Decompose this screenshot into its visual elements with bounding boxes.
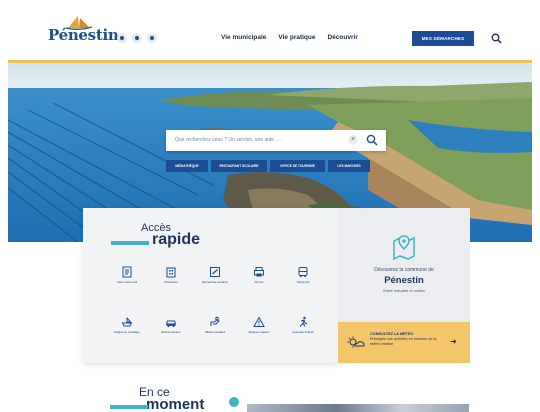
chip-office-tourisme[interactable]: OFFICE DE TOURISME bbox=[270, 160, 325, 172]
map-pin-icon bbox=[393, 235, 415, 260]
tile-label: Jeunesse & Sport bbox=[291, 330, 315, 334]
tile-label: Transports bbox=[296, 280, 310, 284]
printer-icon bbox=[254, 267, 264, 277]
bus-icon bbox=[298, 267, 308, 278]
nav-item-vie-pratique[interactable]: Vie pratique bbox=[278, 34, 315, 41]
tile-jeunesse-sport[interactable]: Jeunesse & Sport bbox=[281, 316, 325, 334]
tile-demarches-scolaires[interactable]: Démarches scolaires bbox=[193, 266, 237, 284]
search-icon[interactable] bbox=[491, 33, 502, 44]
meteo-text: Prévoyez vos activités en fonction de la… bbox=[370, 337, 437, 346]
clear-icon[interactable]: × bbox=[348, 135, 358, 145]
run-icon bbox=[299, 316, 308, 327]
quick-access-title-line2: rapide bbox=[152, 231, 201, 248]
document-icon bbox=[122, 266, 132, 278]
social-links bbox=[117, 33, 157, 43]
tile-etat-civil[interactable]: Actes d'état civil bbox=[105, 266, 149, 284]
tile-transports[interactable]: Transports bbox=[281, 266, 325, 284]
tile-label: Actes d'état civil bbox=[117, 280, 137, 284]
tile-mouillage[interactable]: Règles du mouillage bbox=[105, 316, 149, 334]
arrow-right-icon[interactable]: ➜ bbox=[450, 337, 457, 346]
tile-label: Permis bbox=[254, 280, 264, 284]
facebook-icon[interactable] bbox=[117, 33, 127, 43]
tile-label: Affaires sociales bbox=[204, 330, 226, 334]
mes-demarches-button[interactable]: MES DÉMARCHES bbox=[412, 31, 474, 46]
accent-dot bbox=[229, 397, 239, 407]
school-icon bbox=[210, 267, 220, 277]
tile-urbanisme[interactable]: Urbanisme bbox=[149, 266, 193, 284]
quick-access-card: Accès rapide Actes d'état civil Urbanism… bbox=[83, 208, 338, 363]
tile-label: Risques majeurs bbox=[248, 330, 270, 334]
nav-item-vie-municipale[interactable]: Vie municipale bbox=[221, 34, 266, 41]
chip-mediatheque[interactable]: MÉDIATHÈQUE bbox=[166, 160, 208, 172]
site-logo[interactable]: Pénestin bbox=[48, 14, 119, 48]
site-header: Pénestin Vie municipale Vie pratique Déc… bbox=[0, 0, 540, 60]
instagram-icon[interactable] bbox=[147, 33, 157, 43]
youtube-icon[interactable] bbox=[132, 33, 142, 43]
meteo-banner[interactable]: CONSULTEZ LA MÉTÉO Prévoyez vos activité… bbox=[338, 322, 470, 363]
building-icon bbox=[166, 267, 176, 278]
car-icon bbox=[165, 320, 177, 328]
main-nav: Vie municipale Vie pratique Découvrir bbox=[221, 34, 358, 41]
tile-label: Démarches scolaires bbox=[201, 280, 229, 284]
accent-bar bbox=[110, 405, 148, 409]
discover-intro: Découvrez la commune de bbox=[374, 267, 434, 273]
chip-marches[interactable]: LES MARCHÉS bbox=[328, 160, 370, 172]
hero-search-input[interactable]: Que recherchez-vous ? Un service, une ai… bbox=[175, 137, 281, 143]
boat-icon bbox=[121, 317, 133, 327]
hand-icon bbox=[210, 316, 220, 326]
tile-affaires-sociales[interactable]: Affaires sociales bbox=[193, 316, 237, 334]
discover-town-name: Pénestin bbox=[384, 275, 424, 286]
news-image[interactable] bbox=[247, 404, 469, 412]
warning-icon bbox=[253, 316, 265, 327]
tile-label: Urbanisme bbox=[164, 280, 178, 284]
discover-subtitle: Entre estuaire et océan bbox=[383, 288, 425, 293]
chip-restaurant-scolaire[interactable]: RESTAURANT SCOLAIRE bbox=[211, 160, 267, 172]
search-icon[interactable] bbox=[366, 134, 378, 146]
accent-bar bbox=[111, 241, 149, 245]
logo-wordmark: Pénestin bbox=[48, 26, 119, 44]
section-title-line2: moment bbox=[146, 396, 205, 412]
tile-risques-majeurs[interactable]: Risques majeurs bbox=[237, 316, 281, 334]
tile-environnement[interactable]: Environnement bbox=[149, 316, 193, 334]
discover-card[interactable]: Découvrez la commune de Pénestin Entre e… bbox=[338, 208, 470, 322]
hero-quick-links: MÉDIATHÈQUE RESTAURANT SCOLAIRE OFFICE D… bbox=[166, 160, 370, 172]
weather-icon bbox=[347, 336, 365, 348]
tile-label: Règles du mouillage bbox=[114, 330, 140, 334]
meteo-title: CONSULTEZ LA MÉTÉO bbox=[370, 332, 414, 336]
hero-search-box: Que recherchez-vous ? Un service, une ai… bbox=[166, 130, 386, 151]
tile-permis[interactable]: Permis bbox=[237, 266, 281, 284]
nav-item-decouvrir[interactable]: Découvrir bbox=[328, 34, 358, 41]
tile-label: Environnement bbox=[161, 330, 181, 334]
page: Pénestin Vie municipale Vie pratique Déc… bbox=[0, 0, 540, 412]
